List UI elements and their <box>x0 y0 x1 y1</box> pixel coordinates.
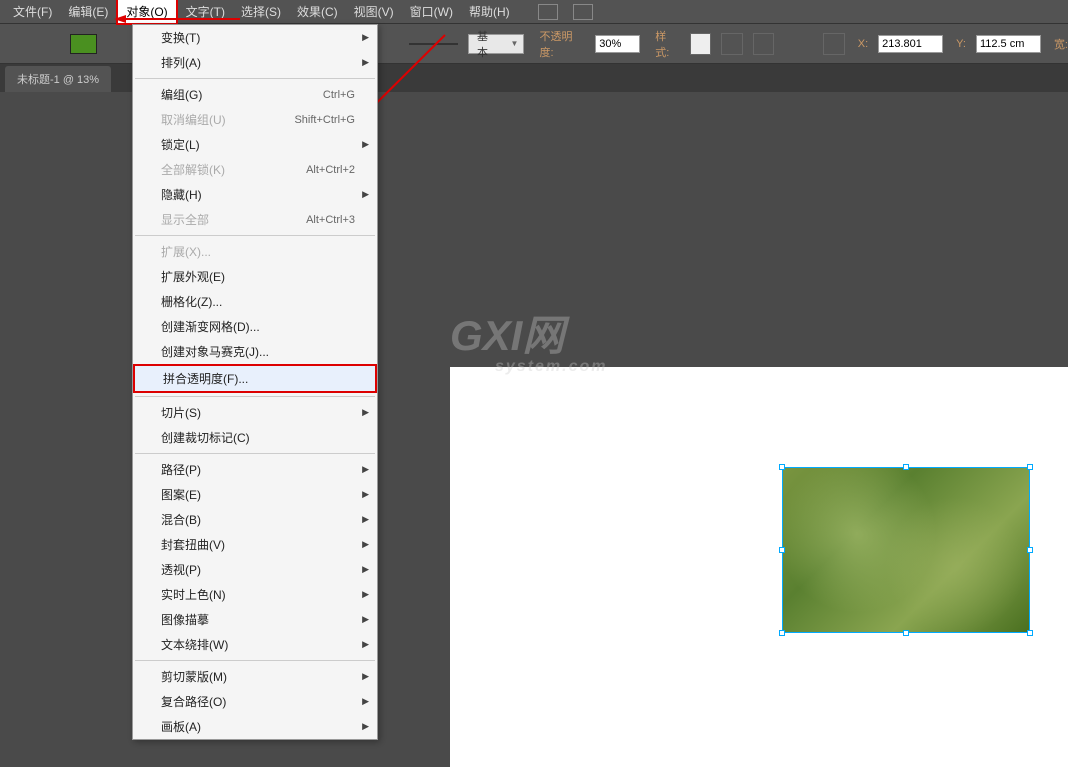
submenu-arrow-icon: ▶ <box>362 189 369 200</box>
style-label: 样式: <box>655 28 679 60</box>
resize-handle[interactable] <box>779 630 785 636</box>
width-label: 宽: <box>1054 36 1068 52</box>
style-swatch[interactable] <box>690 33 711 55</box>
y-label: Y: <box>956 38 966 50</box>
x-label: X: <box>858 38 868 50</box>
menu-item: 显示全部Alt+Ctrl+3 <box>133 207 377 232</box>
resize-handle[interactable] <box>779 464 785 470</box>
arrange-icon[interactable] <box>573 4 593 20</box>
menu-item[interactable]: 栅格化(Z)... <box>133 289 377 314</box>
menu-item[interactable]: 图案(E)▶ <box>133 482 377 507</box>
menu-item[interactable]: 混合(B)▶ <box>133 507 377 532</box>
x-input[interactable] <box>878 35 943 53</box>
menu-item[interactable]: 扩展外观(E) <box>133 264 377 289</box>
menu-object[interactable]: 对象(O) <box>116 0 177 25</box>
menu-item[interactable]: 拼合透明度(F)... <box>133 364 377 393</box>
opacity-input[interactable] <box>595 35 640 53</box>
menu-item: 全部解锁(K)Alt+Ctrl+2 <box>133 157 377 182</box>
submenu-arrow-icon: ▶ <box>362 564 369 575</box>
submenu-arrow-icon: ▶ <box>362 514 369 525</box>
opacity-label: 不透明度: <box>539 28 585 60</box>
resize-handle[interactable] <box>1027 464 1033 470</box>
bridge-icon[interactable] <box>538 4 558 20</box>
menubar: 文件(F) 编辑(E) 对象(O) 文字(T) 选择(S) 效果(C) 视图(V… <box>0 0 1068 24</box>
menu-item[interactable]: 编组(G)Ctrl+G <box>133 82 377 107</box>
resize-handle[interactable] <box>779 547 785 553</box>
submenu-arrow-icon: ▶ <box>362 489 369 500</box>
document-tab[interactable]: 未标题-1 @ 13% <box>5 66 111 92</box>
menu-item[interactable]: 排列(A)▶ <box>133 50 377 75</box>
menu-item[interactable]: 图像描摹▶ <box>133 607 377 632</box>
resize-handle[interactable] <box>1027 547 1033 553</box>
menu-item[interactable]: 创建对象马赛克(J)... <box>133 339 377 364</box>
menu-item[interactable]: 复合路径(O)▶ <box>133 689 377 714</box>
menu-item[interactable]: 文本绕排(W)▶ <box>133 632 377 657</box>
recolor-icon[interactable] <box>721 33 742 55</box>
menu-item[interactable]: 隐藏(H)▶ <box>133 182 377 207</box>
menu-item[interactable]: 创建渐变网格(D)... <box>133 314 377 339</box>
menu-item[interactable]: 画板(A)▶ <box>133 714 377 739</box>
submenu-arrow-icon: ▶ <box>362 32 369 43</box>
y-input[interactable] <box>976 35 1041 53</box>
object-dropdown-menu: 变换(T)▶排列(A)▶ 编组(G)Ctrl+G取消编组(U)Shift+Ctrl… <box>132 24 378 740</box>
submenu-arrow-icon: ▶ <box>362 57 369 68</box>
submenu-arrow-icon: ▶ <box>362 407 369 418</box>
resize-handle[interactable] <box>903 630 909 636</box>
menu-item[interactable]: 透视(P)▶ <box>133 557 377 582</box>
menu-item[interactable]: 剪切蒙版(M)▶ <box>133 664 377 689</box>
menu-window[interactable]: 窗口(W) <box>402 0 461 23</box>
menu-item: 取消编组(U)Shift+Ctrl+G <box>133 107 377 132</box>
menu-type[interactable]: 文字(T) <box>178 0 233 23</box>
menu-item[interactable]: 变换(T)▶ <box>133 25 377 50</box>
menu-help[interactable]: 帮助(H) <box>461 0 518 23</box>
transform-icon[interactable] <box>823 33 844 55</box>
menu-item[interactable]: 路径(P)▶ <box>133 457 377 482</box>
submenu-arrow-icon: ▶ <box>362 639 369 650</box>
menu-edit[interactable]: 编辑(E) <box>60 0 116 23</box>
placed-image[interactable] <box>782 467 1030 633</box>
fill-color-swatch[interactable] <box>70 34 97 54</box>
menu-item[interactable]: 实时上色(N)▶ <box>133 582 377 607</box>
resize-handle[interactable] <box>1027 630 1033 636</box>
submenu-arrow-icon: ▶ <box>362 721 369 732</box>
submenu-arrow-icon: ▶ <box>362 139 369 150</box>
submenu-arrow-icon: ▶ <box>362 614 369 625</box>
menu-file[interactable]: 文件(F) <box>5 0 60 23</box>
submenu-arrow-icon: ▶ <box>362 589 369 600</box>
menu-item[interactable]: 创建裁切标记(C) <box>133 425 377 450</box>
submenu-arrow-icon: ▶ <box>362 671 369 682</box>
menu-item[interactable]: 切片(S)▶ <box>133 400 377 425</box>
menu-item[interactable]: 锁定(L)▶ <box>133 132 377 157</box>
stroke-basic-dropdown[interactable]: 基本 <box>468 34 524 54</box>
submenu-arrow-icon: ▶ <box>362 696 369 707</box>
menu-view[interactable]: 视图(V) <box>346 0 402 23</box>
menu-item: 扩展(X)... <box>133 239 377 264</box>
resize-handle[interactable] <box>903 464 909 470</box>
submenu-arrow-icon: ▶ <box>362 539 369 550</box>
menu-select[interactable]: 选择(S) <box>233 0 289 23</box>
submenu-arrow-icon: ▶ <box>362 464 369 475</box>
menu-item[interactable]: 封套扭曲(V)▶ <box>133 532 377 557</box>
align-icon[interactable] <box>753 33 774 55</box>
menu-effect[interactable]: 效果(C) <box>289 0 346 23</box>
stroke-preview <box>409 43 458 45</box>
watermark: GXI网 system.com <box>450 302 608 376</box>
